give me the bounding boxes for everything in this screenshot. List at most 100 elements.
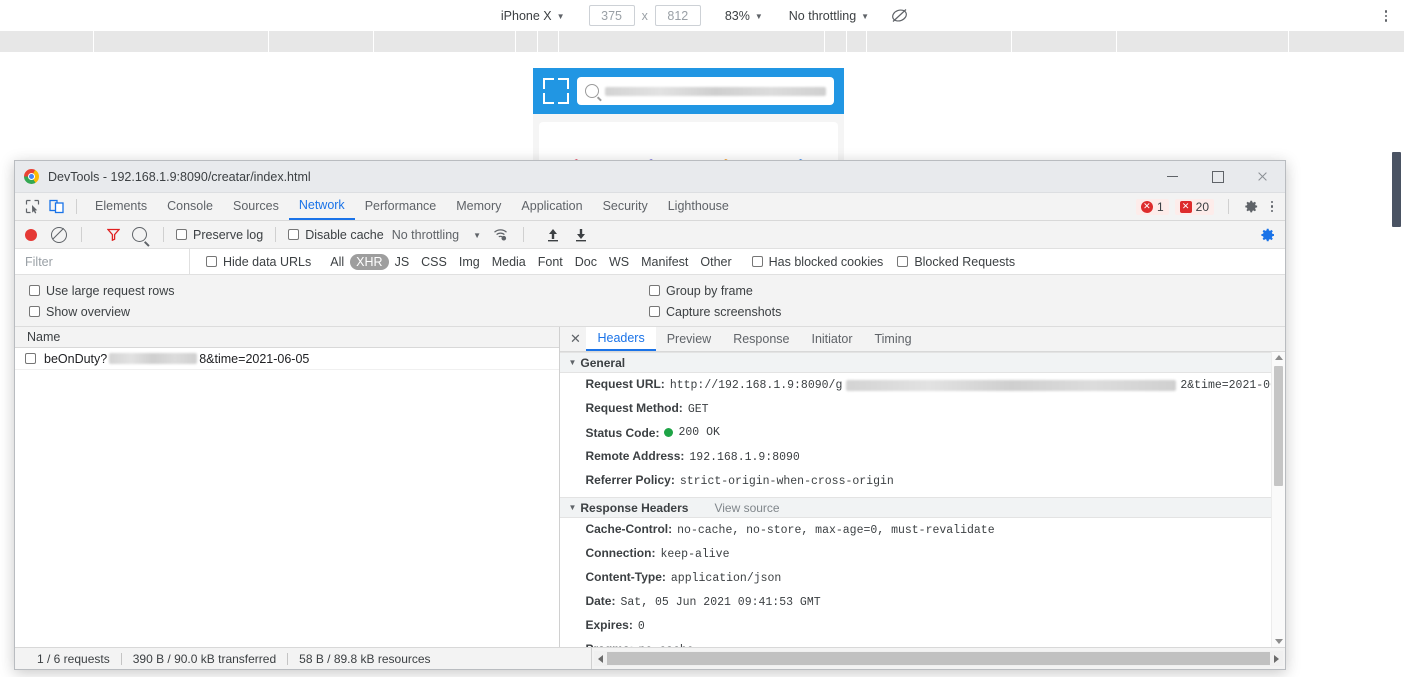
scroll-up-icon[interactable]: [1275, 355, 1283, 360]
hscrollbar-thumb[interactable]: [607, 652, 1270, 665]
checkbox-box[interactable]: [649, 285, 660, 296]
no-throttle-icon[interactable]: [889, 6, 909, 26]
scroll-left-icon[interactable]: [594, 654, 607, 663]
maximize-button[interactable]: [1195, 161, 1240, 192]
tab-network[interactable]: Network: [288, 194, 355, 220]
search-icon[interactable]: [132, 227, 147, 242]
filter-type-media[interactable]: Media: [486, 254, 532, 270]
blocked-requests-label: Blocked Requests: [914, 254, 1016, 269]
filter-input[interactable]: [15, 249, 190, 274]
has-blocked-cookies-checkbox[interactable]: Has blocked cookies: [751, 255, 883, 269]
tab-application[interactable]: Application: [511, 194, 592, 220]
close-icon[interactable]: ✕: [564, 331, 586, 347]
request-list: beOnDuty? 8&time=2021-06-05: [15, 348, 560, 647]
disable-cache-label: Disable cache: [305, 227, 384, 242]
checkbox-box[interactable]: [649, 306, 660, 317]
tab-console[interactable]: Console: [157, 194, 223, 220]
filter-toggle-icon[interactable]: [106, 228, 120, 242]
network-conditions-icon[interactable]: [493, 228, 509, 241]
header-value: 0: [637, 620, 645, 633]
tab-timing[interactable]: Timing: [863, 327, 922, 351]
scroll-right-icon[interactable]: [1270, 654, 1283, 663]
hide-data-urls-checkbox[interactable]: Hide data URLs: [206, 255, 311, 269]
viewport-width-input[interactable]: 375: [588, 5, 635, 26]
checkbox-box[interactable]: [897, 256, 909, 267]
referrer-policy-key: Referrer Policy:: [585, 473, 675, 487]
record-button[interactable]: [25, 228, 37, 241]
preserve-log-checkbox[interactable]: Preserve log: [176, 228, 263, 242]
tab-memory[interactable]: Memory: [446, 194, 511, 220]
resources-label: 58 B / 89.8 kB resources: [299, 651, 431, 666]
import-har-icon[interactable]: [546, 227, 560, 243]
viewport-height-input[interactable]: 812: [654, 5, 701, 26]
group-by-frame-checkbox[interactable]: Group by frame: [649, 284, 753, 298]
tab-security[interactable]: Security: [593, 194, 658, 220]
toggle-device-toolbar-icon[interactable]: [46, 196, 68, 218]
close-button[interactable]: [1240, 161, 1285, 192]
filter-type-font[interactable]: Font: [532, 254, 569, 270]
tab-performance[interactable]: Performance: [355, 194, 447, 220]
view-source-link[interactable]: View source: [714, 501, 779, 515]
zoom-selector[interactable]: 83% ▼: [719, 7, 769, 25]
group-by-frame-label: Group by frame: [666, 283, 753, 298]
filter-type-ws[interactable]: WS: [603, 254, 635, 270]
qr-scan-icon[interactable]: [543, 78, 569, 104]
tab-response[interactable]: Response: [722, 327, 800, 351]
column-header-name[interactable]: Name: [15, 327, 560, 348]
general-section-header[interactable]: ▼ General: [560, 352, 1285, 373]
inspect-element-icon[interactable]: [21, 196, 43, 218]
chevron-down-icon[interactable]: ▼: [473, 231, 481, 240]
network-settings-gear-icon[interactable]: [1260, 227, 1276, 243]
status-code-value: 200 OK: [664, 425, 720, 440]
export-har-icon[interactable]: [574, 227, 588, 243]
show-overview-checkbox[interactable]: Show overview: [29, 305, 649, 319]
filter-type-manifest[interactable]: Manifest: [635, 254, 694, 270]
filter-type-img[interactable]: Img: [453, 254, 486, 270]
checkbox-box[interactable]: [29, 285, 40, 296]
tab-elements[interactable]: Elements: [85, 194, 157, 220]
response-headers-section-header[interactable]: ▼ Response Headers View source: [560, 497, 1285, 518]
use-large-request-rows-checkbox[interactable]: Use large request rows: [29, 284, 649, 298]
page-scrollbar[interactable]: [1389, 52, 1404, 677]
device-emulation-toolbar: iPhone X ▼ 375 x 812 83% ▼ No throttling…: [0, 0, 1404, 32]
detail-scrollbar-thumb[interactable]: [1274, 366, 1283, 486]
tab-lighthouse[interactable]: Lighthouse: [658, 194, 739, 220]
checkbox-box[interactable]: [288, 229, 300, 240]
page-scrollbar-thumb[interactable]: [1392, 152, 1401, 227]
tab-sources[interactable]: Sources: [223, 194, 289, 220]
minimize-button[interactable]: [1150, 161, 1195, 192]
filter-type-css[interactable]: CSS: [415, 254, 453, 270]
network-throttling-selector[interactable]: No throttling: [392, 228, 459, 242]
filter-type-doc[interactable]: Doc: [569, 254, 603, 270]
scroll-down-icon[interactable]: [1275, 639, 1283, 644]
checkbox-box[interactable]: [751, 256, 763, 267]
disable-cache-checkbox[interactable]: Disable cache: [288, 228, 384, 242]
checkbox-box[interactable]: [29, 306, 40, 317]
table-row[interactable]: beOnDuty? 8&time=2021-06-05: [15, 348, 560, 370]
checkbox-box[interactable]: [176, 229, 187, 240]
error-count-badge[interactable]: ✕ 1: [1135, 198, 1169, 215]
capture-screenshots-checkbox[interactable]: Capture screenshots: [649, 305, 781, 319]
tab-preview[interactable]: Preview: [656, 327, 722, 351]
filter-type-js[interactable]: JS: [389, 254, 416, 270]
gear-icon[interactable]: [1243, 199, 1259, 215]
detail-vertical-scrollbar[interactable]: [1271, 352, 1285, 647]
throttling-selector[interactable]: No throttling ▼: [783, 7, 875, 25]
kebab-menu-icon[interactable]: [1378, 8, 1394, 24]
filter-type-other[interactable]: Other: [694, 254, 737, 270]
detail-horizontal-scrollbar[interactable]: [594, 651, 1283, 666]
checkbox-box[interactable]: [206, 256, 217, 267]
device-selector[interactable]: iPhone X ▼: [495, 7, 571, 25]
mobile-search-input[interactable]: [577, 77, 834, 105]
filter-type-xhr[interactable]: XHR: [350, 253, 389, 270]
redacted-query-params: [109, 353, 198, 364]
tab-headers[interactable]: Headers: [586, 327, 656, 351]
blocked-requests-checkbox[interactable]: Blocked Requests: [897, 255, 1015, 269]
issue-count-label: 20: [1195, 199, 1209, 214]
filter-type-all[interactable]: All: [324, 254, 350, 270]
search-icon: [585, 84, 599, 98]
clear-button[interactable]: [51, 226, 67, 243]
issue-count-badge[interactable]: ✕ 20: [1174, 198, 1214, 215]
tab-initiator[interactable]: Initiator: [800, 327, 863, 351]
devtools-more-options-icon[interactable]: [1265, 200, 1279, 213]
